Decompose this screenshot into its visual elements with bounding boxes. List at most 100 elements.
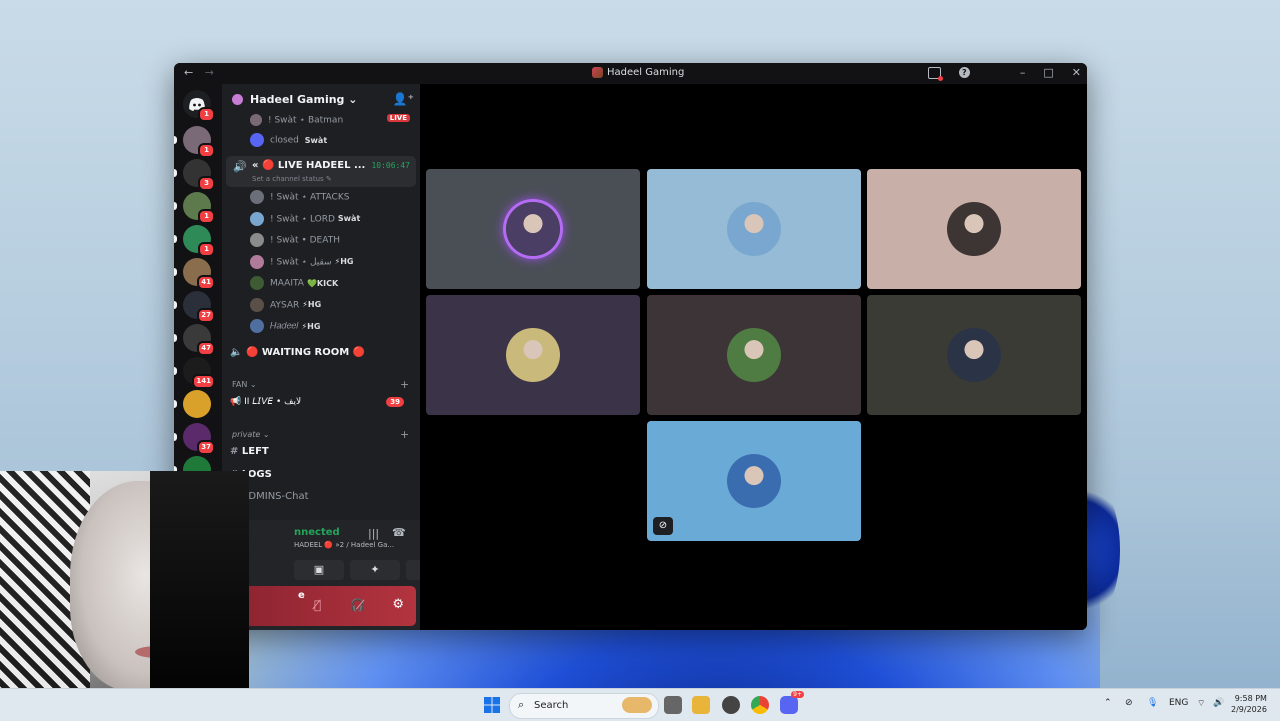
add-channel-icon[interactable]: + bbox=[400, 378, 409, 391]
windows-taskbar: ⌕ Search 9+ ⌃ ⊘ 🎙 ENG ⌔ 🔊 9:58 PM 2/9/20… bbox=[0, 688, 1280, 721]
mute-mic-icon[interactable]: 🎙̸ bbox=[314, 598, 321, 612]
video-tile[interactable] bbox=[647, 169, 861, 289]
add-channel-icon[interactable]: + bbox=[400, 428, 409, 441]
channel-status[interactable]: Set a channel status ✎ bbox=[252, 175, 332, 183]
video-tile[interactable] bbox=[867, 169, 1081, 289]
category-fan[interactable]: FAN ⌄ + bbox=[232, 378, 409, 391]
call-timer: 10:06:47 bbox=[371, 161, 410, 170]
member-name: 𝐻𝑎𝑑𝑒𝑒𝑙 bbox=[270, 321, 299, 332]
server-mini-icon bbox=[592, 67, 603, 78]
discord-taskbar-icon[interactable]: 9+ bbox=[780, 691, 804, 714]
help-icon[interactable]: ? bbox=[958, 67, 970, 78]
minimize-button[interactable]: – bbox=[1020, 66, 1026, 79]
server-badge: 141 bbox=[192, 374, 215, 389]
voice-member[interactable]: MAAITA 💚KICK bbox=[250, 276, 338, 290]
avatar bbox=[250, 297, 264, 312]
dm-badge: 1 bbox=[198, 107, 215, 122]
voice-connection-detail[interactable]: HADEEL 🔴 »2 / Hadeel Ga... bbox=[294, 541, 394, 549]
language-indicator[interactable]: ENG bbox=[1169, 698, 1188, 708]
participant-avatar bbox=[947, 202, 1001, 256]
active-voice-channel[interactable]: 🔊 « 🔴 LIVE HADEEL ... 10:06:47 Set a cha… bbox=[226, 156, 416, 187]
show-hidden-icons[interactable]: ⌃ bbox=[1104, 698, 1112, 708]
title-bar: ← → Hadeel Gaming ? – □ ✕ bbox=[174, 63, 1087, 84]
task-view-icon[interactable] bbox=[664, 696, 682, 714]
share-screen-button[interactable]: ▣ bbox=[294, 560, 344, 580]
voice-member[interactable]: ! Swàt ⋆ ATTACKS bbox=[250, 190, 352, 204]
microphone-icon[interactable]: 🎙 bbox=[1147, 698, 1158, 708]
avatar bbox=[250, 319, 264, 333]
server-icon[interactable]: 41 bbox=[174, 258, 215, 290]
taskbar-search[interactable]: ⌕ Search bbox=[509, 693, 659, 719]
participant-avatar bbox=[727, 202, 781, 256]
wifi-icon[interactable]: ⌔ bbox=[1197, 698, 1205, 709]
disconnect-icon[interactable]: ☎ bbox=[392, 526, 406, 539]
video-tile[interactable] bbox=[426, 295, 640, 415]
avatar bbox=[250, 276, 264, 290]
megaphone-icon: 📢 bbox=[230, 397, 242, 407]
chrome-icon[interactable] bbox=[751, 696, 769, 714]
server-icon[interactable]: 47 bbox=[174, 324, 215, 356]
deafen-icon[interactable]: 🎧̸ bbox=[350, 598, 365, 612]
search-highlight-icon bbox=[622, 697, 652, 713]
category-private[interactable]: private ⌄ + bbox=[232, 428, 409, 441]
participant-avatar bbox=[947, 328, 1001, 382]
direct-messages-button[interactable]: 1 bbox=[183, 90, 215, 122]
server-header[interactable]: Hadeel Gaming ⌄ 👤⁺ bbox=[222, 84, 420, 114]
back-button[interactable]: ← bbox=[184, 66, 193, 79]
video-tile[interactable] bbox=[647, 295, 861, 415]
server-icon[interactable]: 1 bbox=[174, 225, 215, 257]
title-actions: ? – □ ✕ bbox=[927, 66, 1081, 81]
app-icon[interactable] bbox=[722, 696, 740, 714]
server-badge: 1 bbox=[198, 209, 215, 224]
server-icon[interactable]: 3 bbox=[174, 159, 215, 191]
noise-suppression-icon[interactable]: ||| bbox=[368, 527, 379, 540]
server-icon[interactable]: 37 bbox=[174, 423, 215, 455]
video-tile[interactable] bbox=[426, 169, 640, 289]
clock[interactable]: 9:58 PM 2/9/2026 bbox=[1231, 693, 1267, 715]
voice-member[interactable]: AYSAR ⚡HG bbox=[250, 297, 321, 312]
voice-member[interactable]: ! Swàt • DEATH bbox=[250, 233, 343, 247]
video-stage: ⊘ bbox=[420, 84, 1087, 630]
voice-member[interactable]: ! Swàt ⋆ Batman LIVE bbox=[250, 114, 416, 126]
avatar bbox=[250, 133, 264, 147]
participant-avatar bbox=[506, 202, 560, 256]
maximize-button[interactable]: □ bbox=[1043, 66, 1053, 79]
forward-button[interactable]: → bbox=[205, 66, 214, 79]
server-badge: 41 bbox=[197, 275, 215, 290]
server-badge: 1 bbox=[198, 143, 215, 158]
voice-member[interactable]: closed Swàt bbox=[250, 133, 327, 147]
video-tile[interactable] bbox=[867, 295, 1081, 415]
server-icon[interactable]: 1 bbox=[174, 192, 215, 224]
member-name: MAAITA bbox=[270, 278, 304, 289]
inbox-icon[interactable] bbox=[927, 66, 943, 81]
voice-member[interactable]: ! Swàt ⋆ سقيل ⚡HG bbox=[250, 254, 353, 269]
server-name: Hadeel Gaming ⌄ bbox=[250, 93, 358, 106]
start-button[interactable] bbox=[483, 696, 501, 714]
video-tile[interactable]: ⊘ bbox=[647, 421, 861, 541]
voice-member[interactable]: ! Swàt ⋆ LORD Swàt bbox=[250, 211, 360, 226]
voice-member[interactable]: 𝐻𝑎𝑑𝑒𝑒𝑙 ⚡HG bbox=[250, 319, 320, 333]
close-button[interactable]: ✕ bbox=[1072, 66, 1081, 79]
member-tag: ⚡HG bbox=[301, 321, 321, 331]
search-icon: ⌕ bbox=[518, 698, 525, 711]
search-label: Search bbox=[534, 700, 569, 711]
unread-pill bbox=[174, 334, 177, 342]
waiting-room-channel[interactable]: 🔈 🔴 WAITING ROOM 🔴 bbox=[230, 347, 365, 358]
server-icon[interactable] bbox=[174, 390, 211, 418]
settings-gear-icon[interactable]: ⚙ bbox=[392, 597, 404, 612]
server-icon[interactable]: 1 bbox=[174, 126, 215, 158]
member-name: ! Swàt • DEATH bbox=[270, 235, 340, 246]
invite-people-icon[interactable]: 👤⁺ bbox=[393, 92, 414, 106]
file-explorer-icon[interactable] bbox=[692, 696, 710, 714]
participant-avatar bbox=[727, 454, 781, 508]
activities-button[interactable]: ✦ bbox=[350, 560, 400, 580]
muted-icon: ⊘ bbox=[653, 517, 673, 535]
server-icon[interactable]: 27 bbox=[174, 291, 215, 323]
server-icon[interactable]: 141 bbox=[174, 357, 215, 389]
fan-live-channel[interactable]: 📢 II 𝘓𝘐𝘝𝘌 • لايف 39 bbox=[230, 397, 412, 407]
hashtag-icon: # bbox=[230, 446, 239, 457]
server-badge: 27 bbox=[197, 308, 215, 323]
channel-left[interactable]: # LEFT bbox=[230, 446, 269, 457]
volume-icon[interactable]: 🔊 bbox=[1213, 698, 1224, 708]
network-off-icon[interactable]: ⊘ bbox=[1125, 698, 1133, 708]
